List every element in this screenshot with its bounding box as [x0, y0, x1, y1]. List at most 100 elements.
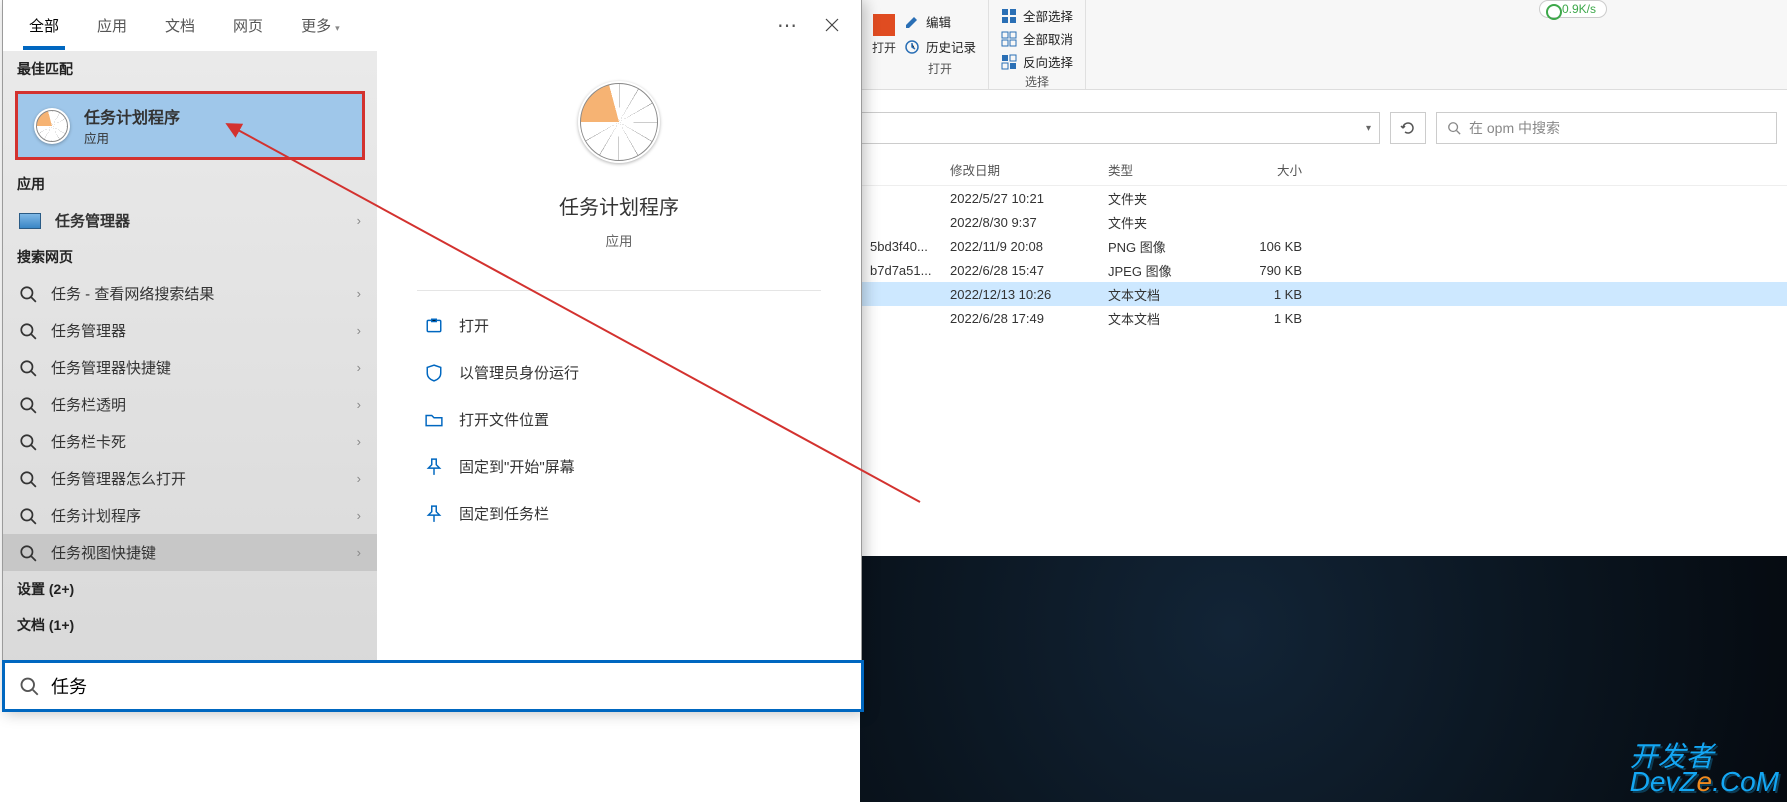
- result-best-match[interactable]: 任务计划程序 应用: [15, 91, 365, 160]
- search-tabs: 全部 应用 文档 网页 更多▾ ⋯: [3, 0, 861, 51]
- ribbon-group-select-label: 选择: [1001, 73, 1073, 90]
- detail-title: 任务计划程序: [397, 191, 841, 220]
- result-label: 任务 - 查看网络搜索结果: [51, 283, 214, 304]
- chevron-right-icon: ›: [357, 471, 361, 486]
- file-list: 修改日期 类型 大小 2022/5/27 10:21文件夹2022/8/30 9…: [860, 154, 1787, 330]
- ribbon-open-label: 打开: [872, 39, 896, 56]
- action-open[interactable]: 打开: [397, 307, 841, 344]
- search-icon: [19, 470, 37, 488]
- search-icon: [19, 396, 37, 414]
- overflow-button[interactable]: ⋯: [767, 4, 809, 46]
- search-input[interactable]: [51, 676, 847, 697]
- refresh-icon: [1400, 120, 1416, 136]
- search-icon: [19, 433, 37, 451]
- tab-more[interactable]: 更多▾: [283, 1, 358, 50]
- task-scheduler-icon: [578, 81, 660, 163]
- tab-app[interactable]: 应用: [79, 1, 145, 50]
- action-pin-start[interactable]: 固定到"开始"屏幕: [397, 448, 841, 485]
- chevron-right-icon: ›: [357, 397, 361, 412]
- result-web-item[interactable]: 任务 - 查看网络搜索结果 ›: [3, 275, 377, 312]
- section-settings[interactable]: 设置 (2+): [3, 571, 377, 607]
- network-speed-badge: 0.9K/s: [1539, 0, 1607, 18]
- action-run-as-admin[interactable]: 以管理员身份运行: [397, 354, 841, 391]
- ribbon-select-all[interactable]: 全部选择: [1001, 6, 1073, 25]
- result-web-item[interactable]: 任务栏透明 ›: [3, 386, 377, 423]
- ribbon-invert-selection[interactable]: 反向选择: [1001, 52, 1073, 71]
- pin-icon: [425, 458, 443, 476]
- refresh-button[interactable]: [1390, 112, 1426, 144]
- file-list-header: 修改日期 类型 大小: [860, 154, 1787, 186]
- result-web-item[interactable]: 任务视图快捷键 ›: [3, 534, 377, 571]
- col-size[interactable]: 大小: [1222, 160, 1312, 179]
- col-type[interactable]: 类型: [1098, 160, 1222, 179]
- best-match-title: 任务计划程序: [84, 104, 180, 128]
- search-results: 最佳匹配 任务计划程序 应用 应用 任务管理器 › 搜索网页 任务 - 查看网络…: [3, 51, 377, 709]
- search-input-row[interactable]: [2, 660, 864, 712]
- search-icon: [19, 544, 37, 562]
- tab-all[interactable]: 全部: [11, 1, 77, 50]
- section-best-match: 最佳匹配: [3, 51, 377, 87]
- chevron-right-icon: ›: [357, 545, 361, 560]
- section-docs[interactable]: 文档 (1+): [3, 607, 377, 643]
- table-row[interactable]: 2022/12/13 10:26文本文档1 KB: [860, 282, 1787, 306]
- chevron-down-icon: ▾: [1366, 123, 1371, 134]
- ribbon-edit[interactable]: 编辑: [904, 12, 976, 31]
- chevron-right-icon: ›: [357, 508, 361, 523]
- pin-icon: [425, 505, 443, 523]
- ribbon-select-none[interactable]: 全部取消: [1001, 29, 1073, 48]
- table-row[interactable]: 5bd3f40...2022/11/9 20:08PNG 图像106 KB: [860, 234, 1787, 258]
- result-web-item[interactable]: 任务管理器快捷键 ›: [3, 349, 377, 386]
- search-icon: [19, 676, 39, 696]
- explorer-search-placeholder: 在 opm 中搜索: [1469, 118, 1560, 138]
- chevron-right-icon: ›: [357, 286, 361, 301]
- tab-web[interactable]: 网页: [215, 1, 281, 50]
- detail-subtitle: 应用: [397, 230, 841, 250]
- search-flyout: 全部 应用 文档 网页 更多▾ ⋯ 最佳匹配 任务计划程序 应用 应用 任: [2, 0, 862, 710]
- result-label: 任务管理器怎么打开: [51, 468, 186, 489]
- ribbon-history[interactable]: 历史记录: [904, 37, 976, 56]
- chevron-right-icon: ›: [357, 360, 361, 375]
- address-bar-row: ▾ 在 opm 中搜索: [860, 106, 1777, 150]
- search-icon: [19, 359, 37, 377]
- result-web-item[interactable]: 任务管理器怎么打开 ›: [3, 460, 377, 497]
- watermark: 开发者 DevZe.CoM: [1630, 744, 1779, 794]
- table-row[interactable]: 2022/5/27 10:21文件夹: [860, 186, 1787, 210]
- open-icon: [425, 317, 443, 335]
- result-app-task-manager[interactable]: 任务管理器 ›: [3, 202, 377, 239]
- tab-doc[interactable]: 文档: [147, 1, 213, 50]
- result-label: 任务视图快捷键: [51, 542, 156, 563]
- result-label: 任务管理器: [51, 320, 126, 341]
- task-manager-icon: [19, 213, 41, 229]
- result-label: 任务管理器快捷键: [51, 357, 171, 378]
- table-row[interactable]: b7d7a51...2022/6/28 15:47JPEG 图像790 KB: [860, 258, 1787, 282]
- result-web-item[interactable]: 任务计划程序 ›: [3, 497, 377, 534]
- result-detail: 任务计划程序 应用 打开 以管理员身份运行 打开文件位置 固定到"开始"屏幕: [377, 51, 861, 709]
- search-icon: [19, 322, 37, 340]
- explorer-search[interactable]: 在 opm 中搜索: [1436, 112, 1777, 144]
- chevron-right-icon: ›: [357, 323, 361, 338]
- result-label: 任务栏卡死: [51, 431, 126, 452]
- col-date[interactable]: 修改日期: [940, 160, 1098, 179]
- ribbon-group-open-label: 打开: [904, 60, 976, 77]
- close-button[interactable]: [811, 4, 853, 46]
- search-icon: [1447, 121, 1461, 135]
- search-icon: [19, 507, 37, 525]
- section-apps: 应用: [3, 166, 377, 202]
- result-label: 任务栏透明: [51, 394, 126, 415]
- action-pin-taskbar[interactable]: 固定到任务栏: [397, 495, 841, 532]
- address-dropdown[interactable]: ▾: [860, 112, 1380, 144]
- table-row[interactable]: 2022/6/28 17:49文本文档1 KB: [860, 306, 1787, 330]
- folder-icon: [425, 411, 443, 429]
- search-icon: [19, 285, 37, 303]
- chevron-down-icon: ▾: [335, 23, 340, 33]
- chevron-right-icon: ›: [357, 213, 361, 228]
- action-open-location[interactable]: 打开文件位置: [397, 401, 841, 438]
- checkmark-icon: [873, 14, 895, 36]
- ribbon-open-menu[interactable]: 打开: [872, 10, 896, 56]
- table-row[interactable]: 2022/8/30 9:37文件夹: [860, 210, 1787, 234]
- result-web-item[interactable]: 任务栏卡死›: [3, 423, 377, 460]
- result-label: 任务计划程序: [51, 505, 141, 526]
- close-icon: [825, 18, 839, 32]
- result-web-item[interactable]: 任务管理器 ›: [3, 312, 377, 349]
- section-web: 搜索网页: [3, 239, 377, 275]
